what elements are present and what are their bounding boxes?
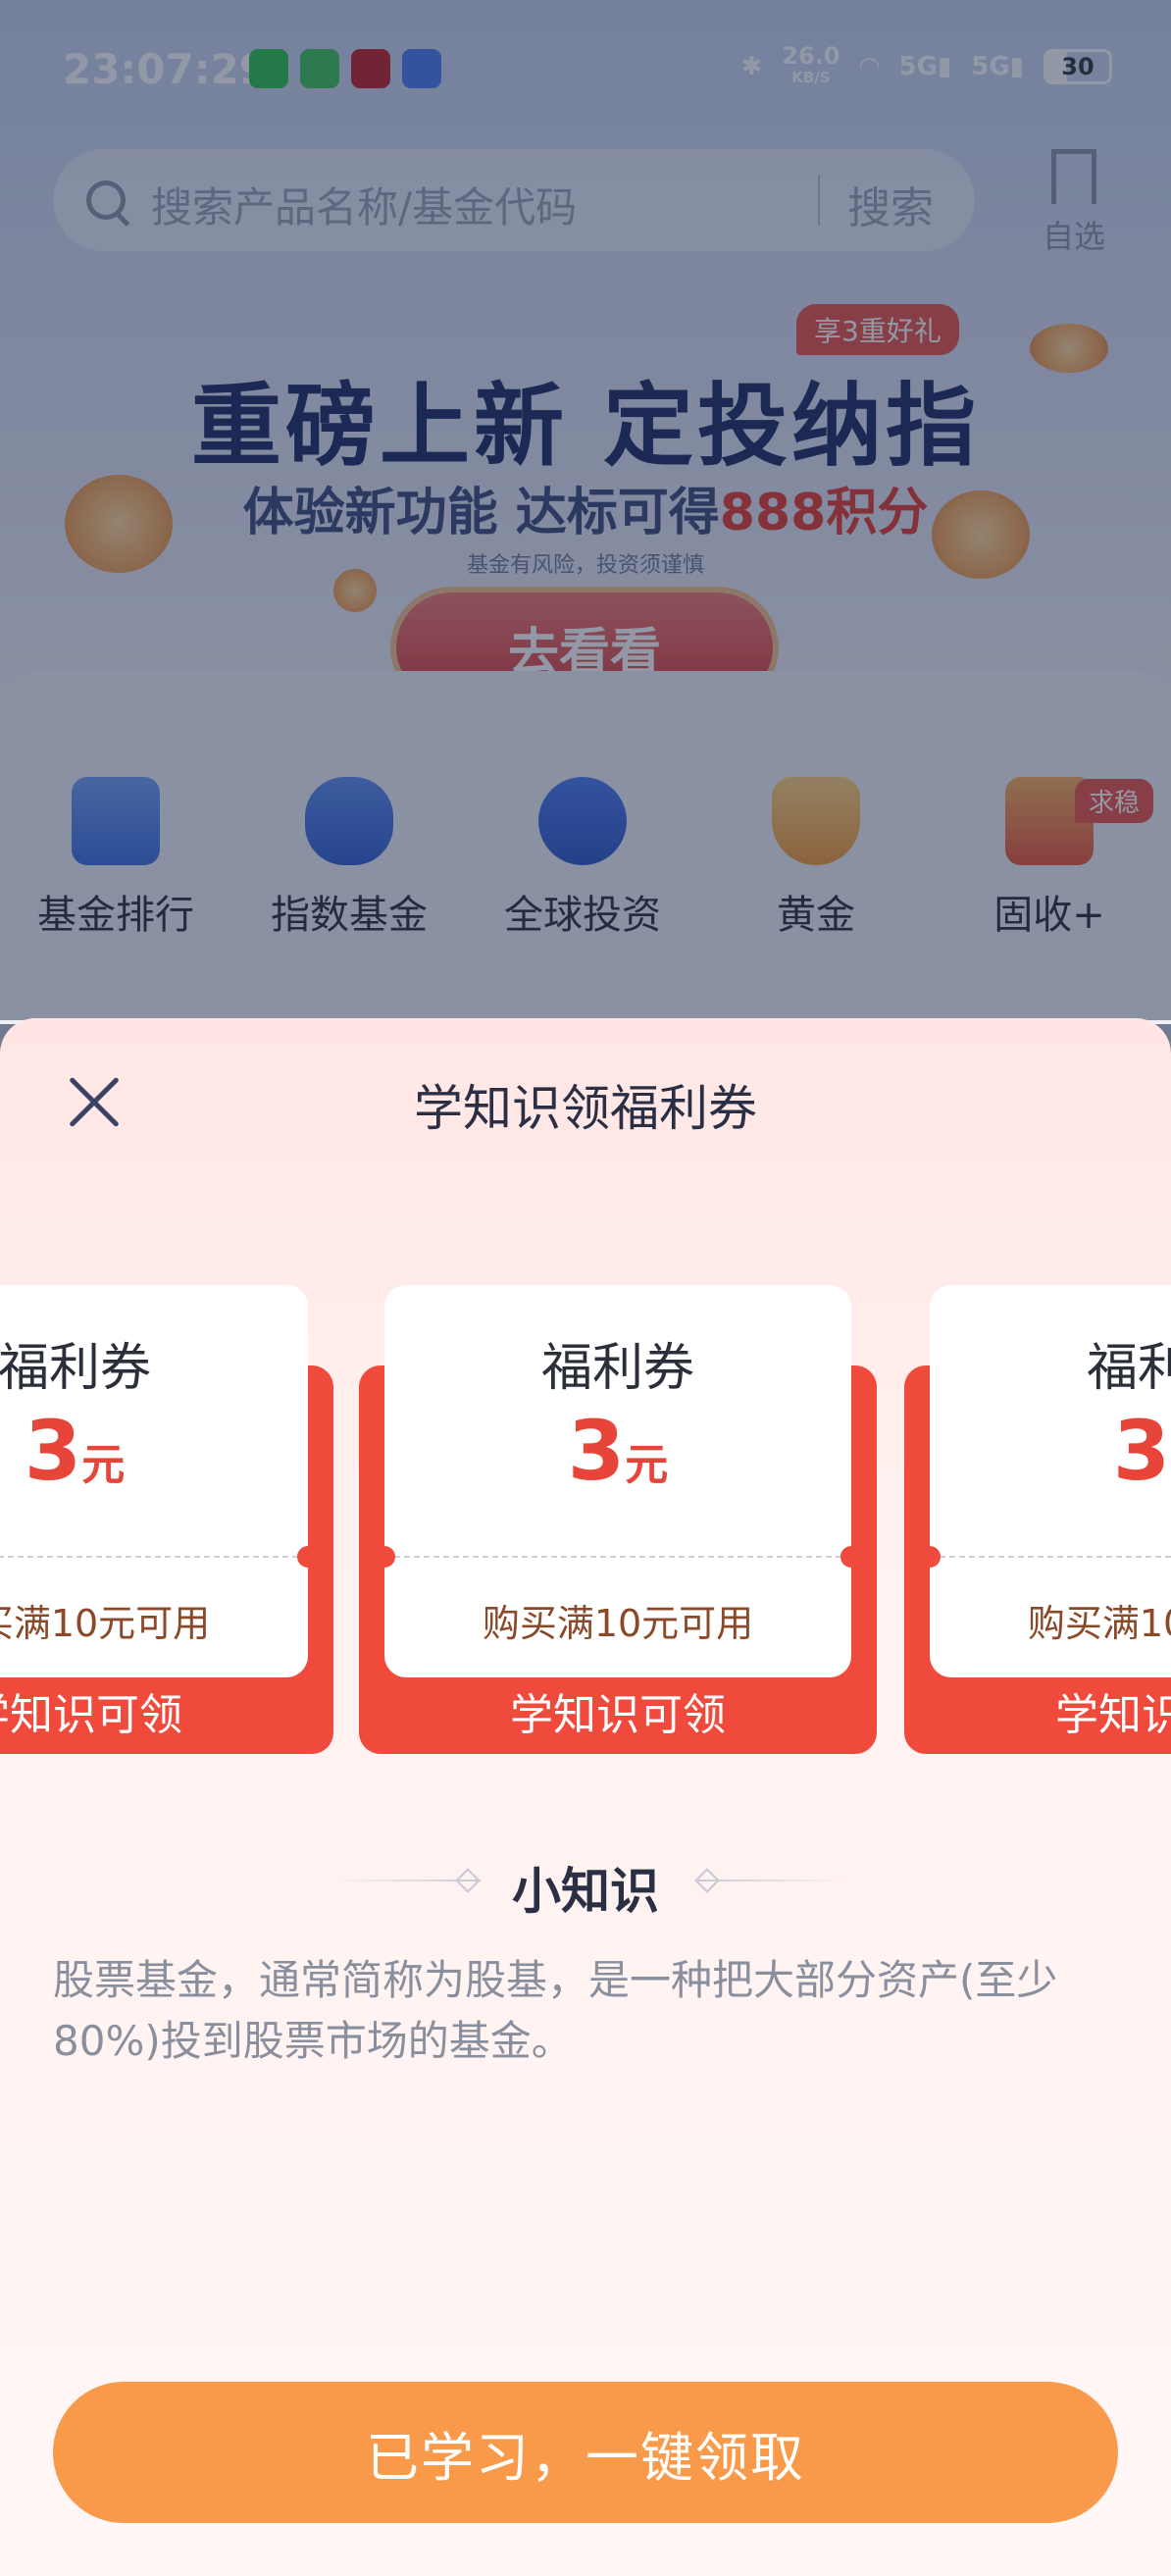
knowledge-title: 小知识 [512,1863,659,1920]
coupon-footer: 学知识可领 [0,1690,182,1740]
coupon-card[interactable]: 福利券 3元 购买满10元可用 学知识可领 [0,1250,333,1754]
coupon-face: 福利券 3元 购买满10元可用 [919,1285,1171,1677]
claim-all-button[interactable]: 已学习，一键领取 [53,2382,1118,2523]
coupon-card[interactable]: 福利券 3元 购买满10元可用 学知识可领 [904,1250,1171,1754]
coupon-notch [374,1546,395,1568]
coupon-divider [394,1556,841,1558]
coupon-divider [940,1556,1171,1558]
coupon-condition: 购买满10元可用 [482,1602,754,1645]
coupon-amount: 3元 [567,1403,669,1499]
coupon-footer: 学知识可领 [1055,1690,1171,1740]
knowledge-text: 股票基金，通常简称为股基，是一种把大部分资产(至少80%)投到股票市场的基金。 [53,1956,1058,2065]
coupon-notch [919,1546,941,1568]
knowledge-title-decoration [698,1880,845,1881]
coupon-condition: 购买满10元可用 [0,1602,211,1645]
modal-overlay[interactable] [0,0,1171,1020]
coupon-face: 福利券 3元 购买满10元可用 [374,1285,862,1677]
coupon-notch [297,1546,319,1568]
coupon-face: 福利券 3元 购买满10元可用 [0,1285,319,1677]
coupon-notch [840,1546,862,1568]
coupon-amount: 3元 [1112,1403,1171,1499]
coupon-amount: 3元 [24,1403,126,1499]
coupon-card[interactable]: 福利券 3元 购买满10元可用 学知识可领 [359,1250,877,1754]
coupon-bottom-sheet: 学知识领福利券 福利券 3元 购买满10元可用 学知识可领 福利券 3元 购买满… [0,1018,1171,2576]
coupon-footer: 学知识可领 [510,1690,726,1740]
coupon-divider [0,1556,298,1558]
coupon-condition: 购买满10元可用 [1027,1602,1171,1645]
sheet-title: 学知识领福利券 [414,1080,757,1137]
